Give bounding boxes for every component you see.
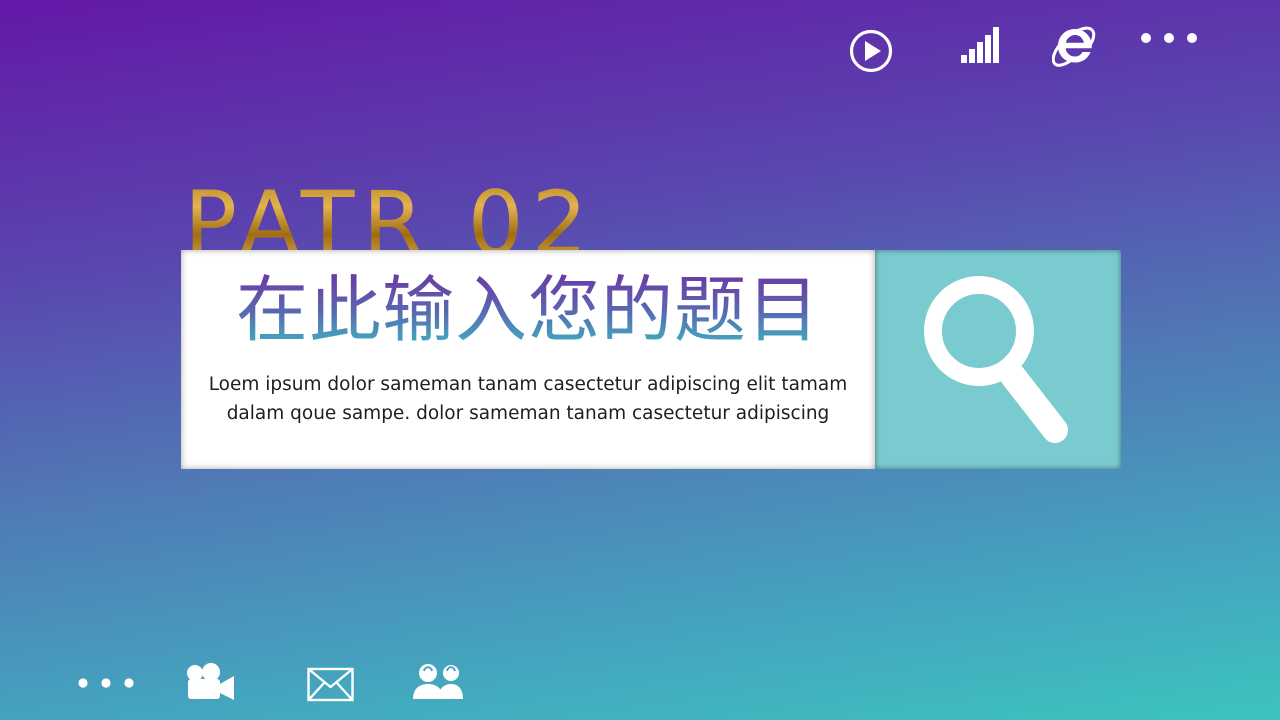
- play-icon[interactable]: [848, 28, 894, 74]
- video-camera-icon[interactable]: [184, 662, 236, 702]
- mail-icon[interactable]: [306, 666, 356, 704]
- more-dots-icon[interactable]: [1138, 31, 1200, 45]
- users-icon[interactable]: [411, 660, 465, 702]
- magnifier-icon: [924, 276, 1068, 443]
- slide-body-text: Loem ipsum dolor sameman tanam casectetu…: [208, 374, 848, 424]
- signal-bars-icon: [961, 27, 999, 63]
- more-dots-icon[interactable]: [74, 676, 138, 690]
- internet-explorer-icon[interactable]: [1052, 22, 1098, 68]
- search-button[interactable]: [875, 250, 1121, 469]
- title-card: 在此输入您的题目 Loem ipsum dolor sameman tanam …: [181, 250, 875, 469]
- slide-title: 在此输入您的题目: [181, 274, 875, 346]
